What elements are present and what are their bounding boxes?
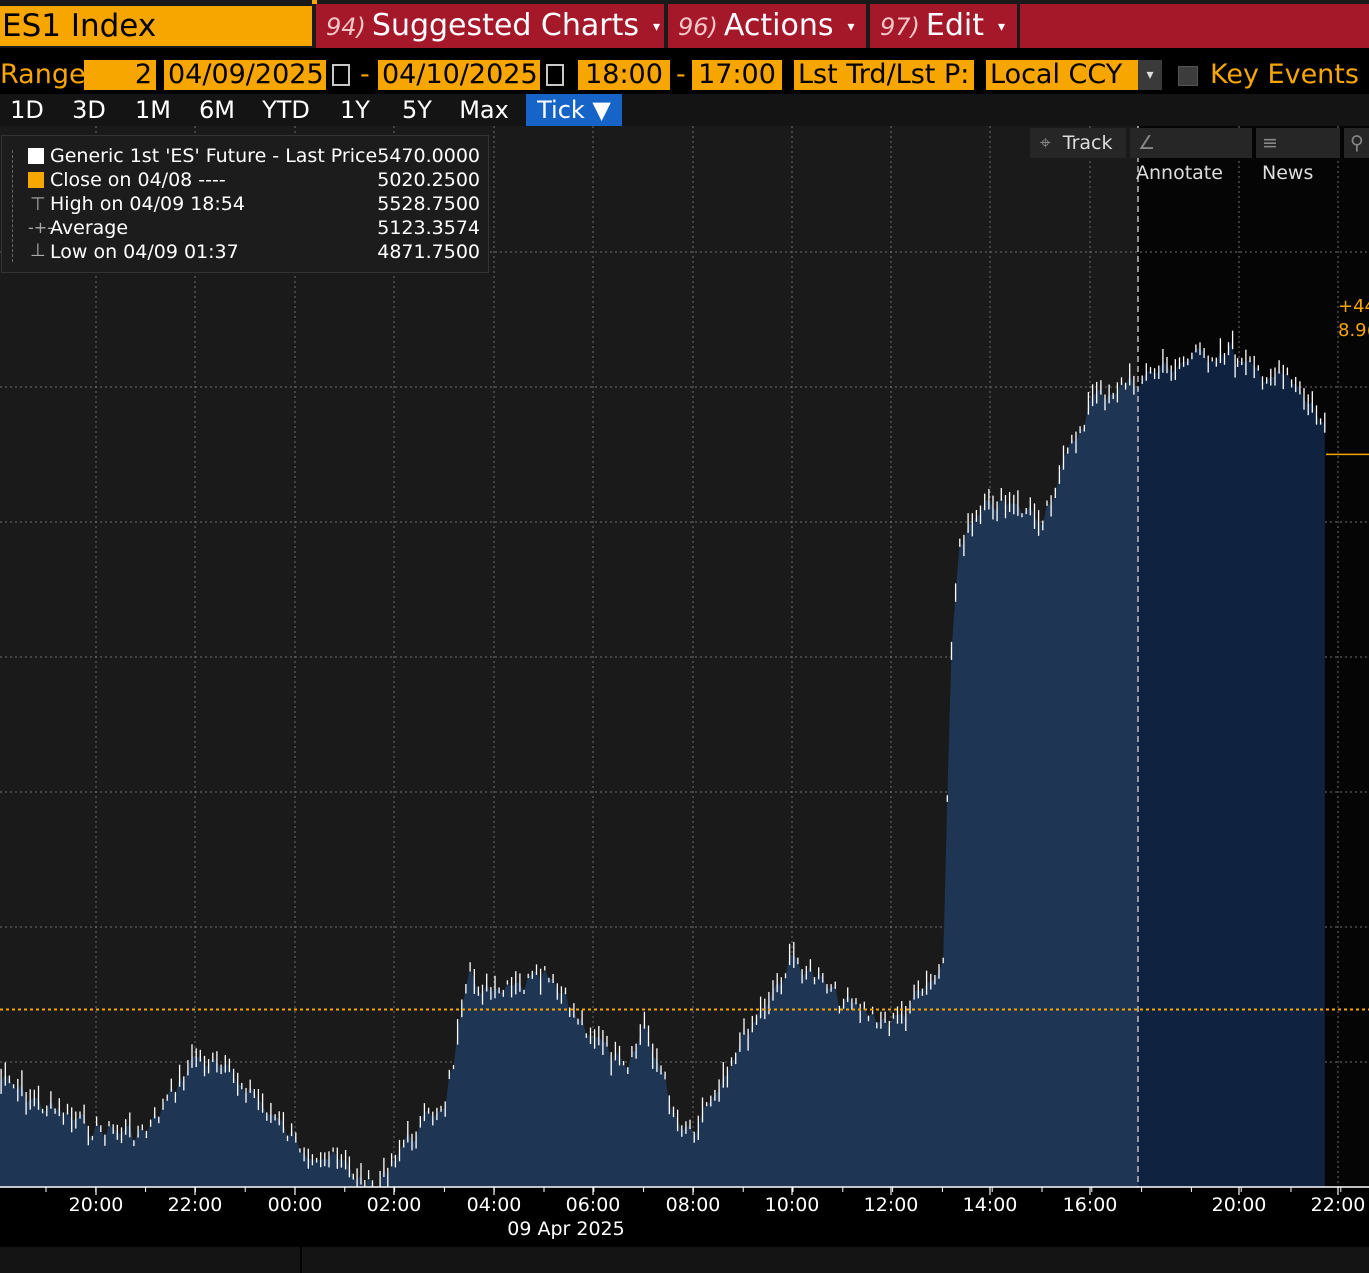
ticker-field[interactable]: ES1 Index — [0, 6, 312, 46]
x-axis-tick-label: 06:00 — [566, 1194, 621, 1216]
tab-max[interactable]: Max — [452, 94, 516, 126]
tab-3d[interactable]: 3D — [60, 94, 118, 126]
key-events-checkbox[interactable] — [1178, 66, 1198, 86]
price-area-session — [0, 374, 1138, 1194]
currency-select[interactable]: Local CCY — [986, 60, 1138, 90]
chevron-down-icon[interactable]: ▾ — [1138, 60, 1162, 90]
low-marker-icon: ⊥ — [30, 240, 46, 261]
footer-bar — [0, 1247, 1369, 1273]
tab-6m[interactable]: 6M — [188, 94, 246, 126]
tab-tick[interactable]: Tick ▼ — [526, 94, 622, 126]
annotate-label: Annotate — [1136, 162, 1223, 184]
x-axis-tick-label: 10:00 — [765, 1194, 820, 1216]
track-button[interactable]: ⌖ Track — [1030, 128, 1126, 158]
tab-1d[interactable]: 1D — [0, 94, 54, 126]
range-label: Range — [0, 59, 86, 90]
tab-1y[interactable]: 1Y — [326, 94, 384, 126]
search-button[interactable]: ⚲ — [1344, 128, 1369, 158]
footer-divider — [300, 1247, 302, 1273]
menu-number: 94) — [326, 13, 366, 41]
legend-low-label: Low on 04/09 01:37 — [50, 241, 239, 263]
annotate-button[interactable]: ∠ Annotate — [1130, 128, 1252, 184]
price-chart-svg: +44 8.9( 20:00 22:00 00:00 02:00 04:00 06:00 08:… — [0, 126, 1369, 1247]
x-axis-date-label: 09 Apr 2025 — [507, 1218, 624, 1240]
tab-1m[interactable]: 1M — [124, 94, 182, 126]
high-marker-icon: ⊤ — [30, 194, 46, 215]
price-chart[interactable]: +44 8.9( 20:00 22:00 00:00 02:00 04:00 06:00 08:… — [0, 126, 1369, 1247]
start-date-input[interactable]: 04/09/2025 — [164, 60, 326, 90]
chart-legend: Generic 1st 'ES' Future - Last Price 547… — [1, 135, 489, 273]
x-axis-tick-label: 20:00 — [1212, 1194, 1267, 1216]
start-time-input[interactable]: 18:00 — [578, 60, 670, 90]
price-area-next-session — [1138, 339, 1325, 1187]
calendar-icon[interactable] — [546, 64, 564, 86]
end-time-input[interactable]: 17:00 — [692, 60, 782, 90]
range-dash: - — [360, 59, 370, 90]
chevron-down-icon: ▾ — [998, 18, 1006, 35]
x-axis-tick-label: 16:00 — [1063, 1194, 1118, 1216]
suggested-charts-menu[interactable]: 94) Suggested Charts ▾ — [316, 4, 664, 48]
menu-number: 96) — [678, 13, 718, 41]
chevron-down-icon: ▾ — [847, 18, 855, 35]
legend-low-value: 4871.7500 — [377, 241, 480, 263]
legend-close-value: 5020.2500 — [377, 169, 480, 191]
tab-ytd[interactable]: YTD — [252, 94, 320, 126]
x-axis-tick-label: 22:00 — [1311, 1194, 1366, 1216]
track-label: Track — [1062, 132, 1113, 154]
key-events-label: Key Events — [1210, 59, 1359, 90]
x-axis-tick-label: 08:00 — [666, 1194, 721, 1216]
last-price-change: +44 — [1338, 296, 1369, 317]
x-axis-tick-label: 00:00 — [268, 1194, 323, 1216]
actions-menu[interactable]: 96) Actions ▾ — [668, 4, 866, 48]
legend-tree-line — [12, 150, 14, 262]
menu-bar-fill — [1020, 4, 1369, 48]
x-axis-tick-label: 22:00 — [168, 1194, 223, 1216]
price-type-select[interactable]: Lst Trd/Lst P: — [794, 60, 974, 90]
close-swatch — [28, 172, 44, 188]
pencil-icon: ∠ — [1138, 132, 1156, 154]
legend-high-value: 5528.7500 — [377, 193, 480, 215]
legend-series-label: Generic 1st 'ES' Future - Last Price — [50, 145, 378, 167]
menu-number: 97) — [880, 13, 920, 41]
x-axis-tick-label: 04:00 — [467, 1194, 522, 1216]
range-count-input[interactable]: 2 — [84, 60, 156, 90]
tab-5y[interactable]: 5Y — [388, 94, 446, 126]
period-tabs: 1D 3D 1M 6M YTD 1Y 5Y Max Tick ▼ — [0, 94, 1369, 126]
menu-label: Edit — [925, 8, 985, 43]
legend-average-label: Average — [50, 217, 129, 239]
crosshair-icon: ⌖ — [1040, 132, 1051, 154]
end-date-input[interactable]: 04/10/2025 — [378, 60, 540, 90]
legend-high-label: High on 04/09 18:54 — [50, 193, 245, 215]
news-label: News — [1262, 162, 1314, 184]
news-button[interactable]: ≡ News — [1256, 128, 1340, 184]
time-dash: - — [676, 59, 686, 90]
chevron-down-icon: ▾ — [653, 18, 661, 35]
edit-menu[interactable]: 97) Edit ▾ — [870, 4, 1017, 48]
x-axis-tick-label: 20:00 — [69, 1194, 124, 1216]
legend-average-value: 5123.3574 — [377, 217, 480, 239]
menu-label: Actions — [723, 8, 834, 43]
range-bar: Range 2 04/09/2025 - 04/10/2025 18:00 - … — [0, 56, 1369, 94]
menu-label: Suggested Charts — [371, 8, 640, 43]
calendar-icon[interactable] — [332, 64, 350, 86]
x-axis-tick-label: 02:00 — [367, 1194, 422, 1216]
last-price-pct: 8.9( — [1338, 320, 1369, 341]
list-icon: ≡ — [1262, 132, 1278, 154]
legend-close-label: Close on 04/08 ---- — [50, 169, 226, 191]
x-axis-tick-label: 14:00 — [963, 1194, 1018, 1216]
legend-series-value: 5470.0000 — [377, 145, 480, 167]
series-swatch — [28, 148, 44, 164]
search-icon: ⚲ — [1350, 132, 1364, 154]
top-menu-bar: ES1 Index 94) Suggested Charts ▾ 96) Action… — [0, 0, 1369, 48]
x-axis-tick-label: 12:00 — [864, 1194, 919, 1216]
